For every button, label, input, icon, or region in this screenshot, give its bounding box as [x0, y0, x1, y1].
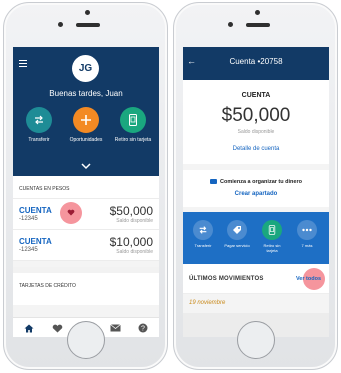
sensor-dot — [58, 22, 63, 27]
quick-actions-bar: Transferir Pagar servicio Retiro sin tar… — [183, 212, 329, 264]
home-icon[interactable] — [23, 323, 35, 333]
credit-cards-title: TARJETAS DE CRÉDITO — [19, 283, 76, 289]
account-title: Cuenta •20758 — [229, 57, 283, 66]
account-name: CUENTA — [19, 237, 52, 246]
account-number: -12345 — [19, 247, 38, 253]
account-row[interactable]: CUENTA -12345 $10,000 Saldo disponible — [13, 230, 159, 261]
speaker — [246, 23, 270, 27]
promo-title: Comienza a organizar tu dinero — [183, 179, 329, 185]
tag-icon — [227, 220, 247, 240]
greeting-text: Buenas tardes, Juan — [49, 89, 123, 98]
savings-promo-card: Comienza a organizar tu dinero Crear apa… — [183, 170, 329, 207]
avatar[interactable]: JG — [72, 55, 99, 82]
account-balance-label: Saldo disponible — [116, 249, 153, 255]
movement-date: 19 noviembre — [189, 300, 226, 306]
balance-account-label: CUENTA — [241, 92, 271, 99]
opportunities-label: Oportunidades — [69, 137, 103, 143]
account-header: ← Cuenta •20758 — [183, 47, 329, 80]
account-name: CUENTA — [19, 206, 52, 215]
credit-cards-card[interactable]: TARJETAS DE CRÉDITO — [13, 267, 159, 305]
menu-icon[interactable] — [19, 60, 27, 69]
transfer-label: Transferir — [194, 243, 212, 248]
view-all-link[interactable]: Ver todos — [296, 276, 321, 282]
accounts-section-title: CUENTAS EN PESOS — [13, 176, 159, 199]
pay-service-button[interactable]: Pagar servicio — [223, 220, 251, 248]
more-icon — [297, 220, 317, 240]
movements-title: ÚLTIMOS MOVIMIENTOS — [189, 276, 264, 282]
account-screen: ← Cuenta •20758 CUENTA $50,000 Saldo dis… — [183, 47, 329, 337]
more-actions-button[interactable]: 7 más — [293, 220, 321, 248]
account-amount: $10,000 — [109, 235, 153, 249]
account-detail-link[interactable]: Detalle de cuenta — [183, 146, 329, 152]
cardless-withdrawal-label: Retiro sin tarjeta — [114, 137, 152, 143]
help-icon[interactable]: ? — [137, 323, 149, 333]
wallet-icon — [210, 179, 218, 185]
accounts-card: CUENTAS EN PESOS CUENTA -12345 $50,000 S… — [13, 176, 159, 261]
opportunities-button[interactable]: Oportunidades — [66, 107, 106, 143]
create-savings-link[interactable]: Crear apartado — [183, 191, 329, 197]
chevron-down-icon[interactable] — [79, 161, 93, 171]
transfer-label: Transferir — [28, 137, 50, 143]
promo-title-text: Comienza a organizar tu dinero — [220, 179, 302, 185]
front-camera — [255, 10, 260, 15]
phone-right: ← Cuenta •20758 CUENTA $50,000 Saldo dis… — [173, 2, 338, 370]
balance-sub-label: Saldo disponible — [237, 129, 275, 135]
cardless-withdrawal-button[interactable]: Retiro sin tarjeta — [258, 220, 286, 253]
account-balance-label: Saldo disponible — [116, 218, 153, 224]
plus-icon — [73, 107, 99, 133]
cardless-withdrawal-label: Retiro sin tarjeta — [263, 243, 281, 253]
home-button[interactable] — [237, 321, 275, 359]
front-camera — [85, 10, 90, 15]
transfer-icon — [26, 107, 52, 133]
transfer-button[interactable]: Transferir — [189, 220, 217, 248]
cardless-withdrawal-button[interactable]: Retiro sin tarjeta — [113, 107, 153, 143]
sensor-dot — [228, 22, 233, 27]
balance-card: CUENTA $50,000 Saldo disponible Detalle … — [183, 80, 329, 164]
account-row[interactable]: CUENTA -12345 $50,000 Saldo disponible — [13, 199, 159, 230]
home-screen: JG Buenas tardes, Juan Transferir Oportu… — [13, 47, 159, 337]
more-actions-label: 7 más — [301, 243, 313, 248]
phone-cash-icon — [120, 107, 146, 133]
home-header: JG Buenas tardes, Juan Transferir Oportu… — [13, 47, 159, 176]
account-amount: $50,000 — [109, 204, 153, 218]
home-button[interactable] — [67, 321, 105, 359]
transfer-button[interactable]: Transferir — [19, 107, 59, 143]
heart-icon — [67, 209, 75, 216]
account-number: -12345 — [19, 216, 38, 222]
transfer-icon — [193, 220, 213, 240]
heart-icon[interactable] — [51, 323, 63, 333]
movements-header: ÚLTIMOS MOVIMIENTOS Ver todos — [183, 264, 329, 294]
pay-service-label: Pagar servicio — [224, 243, 250, 248]
balance-amount: $50,000 — [221, 105, 291, 126]
svg-text:?: ? — [141, 326, 145, 333]
phone-left: JG Buenas tardes, Juan Transferir Oportu… — [3, 2, 168, 370]
speaker — [76, 23, 100, 27]
phone-cash-icon — [262, 220, 282, 240]
mail-icon[interactable] — [109, 323, 121, 333]
